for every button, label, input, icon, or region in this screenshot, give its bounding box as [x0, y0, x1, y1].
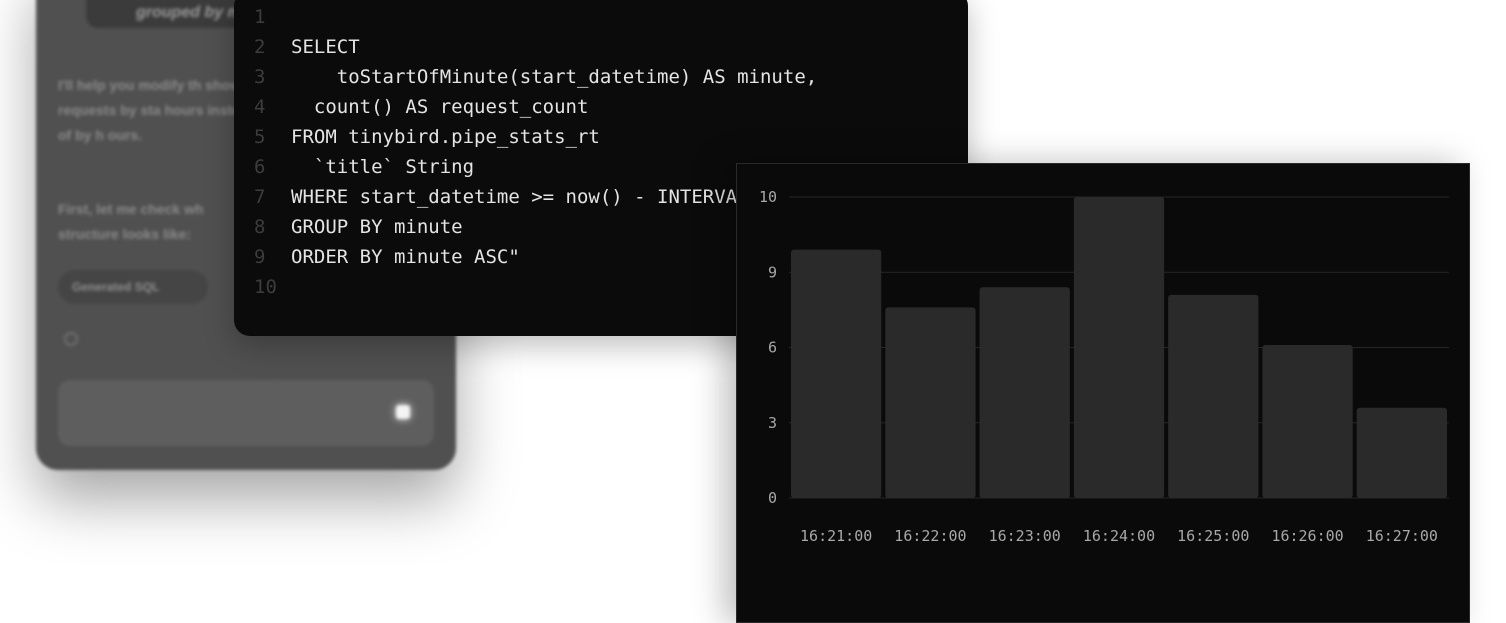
- code-text: toStartOfMinute(start_datetime) AS minut…: [291, 66, 818, 88]
- x-tick-label: 16:23:00: [989, 527, 1061, 545]
- y-tick-label: 6: [768, 339, 777, 357]
- y-tick-label: 9: [768, 263, 777, 281]
- generated-sql-chip[interactable]: Generated SQL: [58, 270, 208, 304]
- chart-panel: 0 3 6 9 10 16:21:00 16:22:00 16:23:00 16:24:00 16…: [736, 163, 1470, 623]
- x-tick-label: 16:22:00: [894, 527, 966, 545]
- assistant-message-text-2: First, let me check wh structure looks l…: [58, 201, 204, 242]
- bar-chart: 0 3 6 9 10 16:21:00 16:22:00 16:23:00 16:24:00 16…: [759, 188, 1449, 545]
- line-number: 1: [254, 6, 266, 28]
- x-tick-label: 16:21:00: [800, 527, 872, 545]
- line-number: 2: [254, 36, 266, 58]
- chart-bar[interactable]: [979, 287, 1070, 498]
- assistant-message-text: I'll help you modify th show requests by…: [58, 77, 257, 143]
- line-number: 7: [254, 186, 266, 208]
- code-text: ORDER BY minute ASC": [291, 246, 520, 268]
- y-tick-label: 0: [768, 489, 777, 507]
- chart-bar[interactable]: [1073, 197, 1165, 498]
- chart-bar[interactable]: [1356, 407, 1447, 498]
- loading-indicator-icon: [64, 332, 78, 346]
- line-number: 4: [254, 96, 266, 118]
- line-number: 9: [254, 246, 266, 268]
- x-tick-label: 16:27:00: [1366, 527, 1438, 545]
- send-button[interactable]: [396, 405, 410, 419]
- code-text: count() AS request_count: [291, 96, 589, 118]
- x-tick-label: 16:24:00: [1083, 527, 1155, 545]
- code-text: GROUP BY minute: [291, 216, 463, 238]
- x-tick-label: 16:26:00: [1271, 527, 1343, 545]
- line-number: 8: [254, 216, 266, 238]
- chart-bar[interactable]: [1168, 294, 1259, 498]
- code-text: FROM tinybird.pipe_stats_rt: [291, 126, 600, 148]
- x-tick-label: 16:25:00: [1177, 527, 1249, 545]
- line-number: 6: [254, 156, 266, 178]
- chart-bar[interactable]: [1262, 344, 1353, 498]
- y-tick-label: 3: [768, 414, 777, 432]
- code-text: SELECT: [291, 36, 360, 58]
- code-text: `title` String: [291, 156, 475, 178]
- chat-input[interactable]: [58, 380, 434, 446]
- line-number: 10: [254, 276, 277, 298]
- y-tick-label: 10: [759, 188, 777, 206]
- line-number: 3: [254, 66, 266, 88]
- chart-bar[interactable]: [885, 307, 976, 498]
- chart-bar[interactable]: [791, 249, 882, 498]
- line-number: 5: [254, 126, 266, 148]
